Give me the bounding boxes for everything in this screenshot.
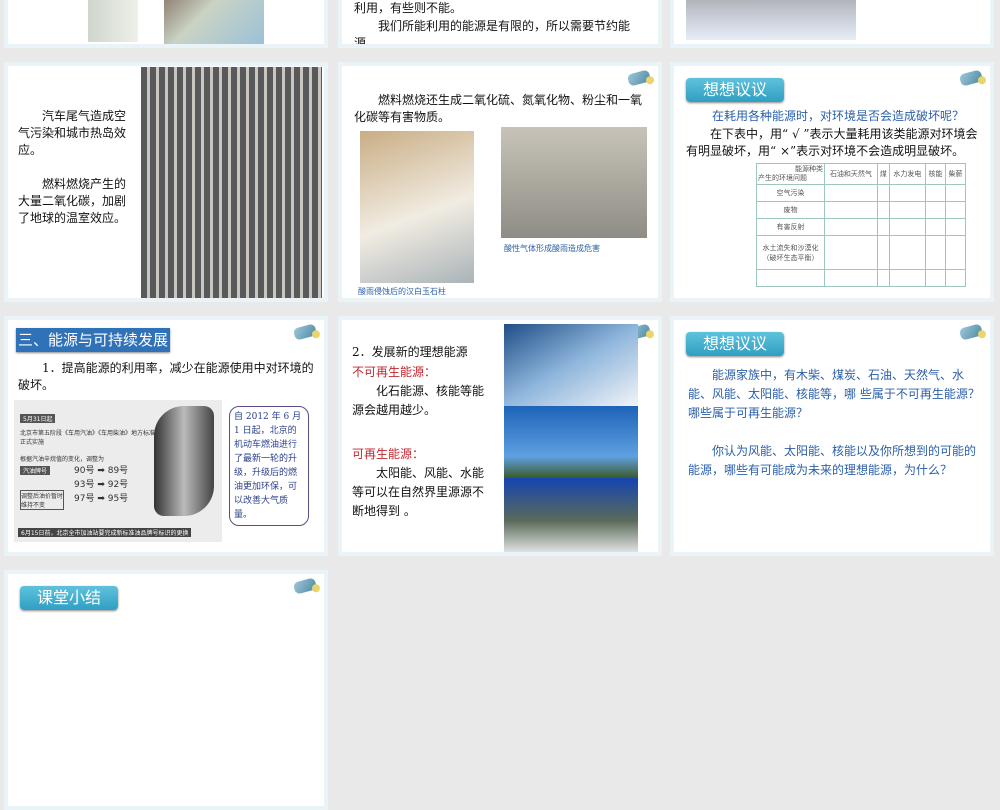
nonrenewable-label: 不可再生能源： — [352, 365, 437, 379]
grade-old: 97号 — [74, 494, 95, 504]
solar-panel-image — [504, 324, 638, 406]
row-header — [756, 269, 825, 287]
slide-limited-energy[interactable]: 利用，有些则不能。 我们所能利用的能源是有限的，所以需要节约能源。 — [338, 0, 662, 48]
binoculars-icon — [958, 69, 984, 87]
slide-ideal-energy[interactable]: 2．发展新的理想能源 不可再生能源： 化石能源、核能等能源会越用越少。 可再生能… — [338, 316, 662, 556]
corner-bottom: 产生的环境问题 — [758, 174, 807, 182]
section-badge: 想想议议 — [686, 78, 784, 102]
grade-new: 92号 — [107, 480, 129, 490]
renewable-label: 可再生能源： — [352, 447, 425, 461]
row-header: 有害反射 — [756, 218, 825, 236]
dam-image — [504, 478, 638, 552]
slide-fridge[interactable] — [4, 0, 328, 48]
text-paragraph: 化石能源、核能等能源会越用越少。 — [352, 384, 485, 417]
img-text: 根据汽油辛烷值的变化，调整为 — [20, 456, 105, 463]
slide-harmful-substances[interactable]: 燃料燃烧还生成二氧化硫、氮氧化物、粉尘和一氧化碳等有害物质。 酸雨侵蚀后的汉白玉… — [338, 62, 662, 302]
img-text: 5月31日起 — [20, 414, 56, 423]
power-plant-image — [686, 0, 856, 40]
stone-pillar-image — [360, 131, 474, 283]
col-header: 水力发电 — [888, 163, 927, 185]
row-header: 空气污染 — [756, 184, 825, 202]
caption: 酸雨侵蚀后的汉白玉石柱 — [358, 287, 446, 296]
col-header: 核能 — [925, 163, 947, 185]
grade-old: 93号 — [74, 480, 95, 490]
slide-sustainable[interactable]: 三、能源与可持续发展 1．提高能源的利用率，减少在能源使用中对环境的破坏。 5月… — [4, 316, 328, 556]
section-badge: 想想议议 — [686, 332, 784, 356]
text-paragraph: 燃料燃烧产生的大量二氧化碳，加剧了地球的温室效应。 — [18, 177, 127, 225]
binoculars-icon — [292, 577, 318, 595]
slide-think-discuss-2[interactable]: 想想议议 能源家族中，有木柴、煤炭、石油、天然气、水能、风能、太阳能、核能等，哪… — [670, 316, 994, 556]
table-row: 废物 — [756, 201, 966, 219]
slide-summary[interactable]: 课堂小结 — [4, 570, 328, 810]
nozzle-shape — [154, 406, 214, 516]
text-paragraph: 汽车尾气造成空气污染和城市热岛效应。 — [18, 109, 127, 157]
section-badge: 三、能源与可持续发展 — [16, 328, 170, 352]
table-row: 空气污染 — [756, 184, 966, 202]
text-paragraph: 在下表中，用“ √ ”表示大量耗用该类能源对环境会有明显破坏，用“ ×”表示对环… — [686, 127, 978, 158]
binoculars-icon — [292, 323, 318, 341]
text-paragraph: 燃料燃烧还生成二氧化硫、氮氧化物、粉尘和一氧化碳等有害物质。 — [354, 93, 643, 124]
binoculars-icon — [958, 323, 984, 341]
slide-power-plant[interactable] — [670, 0, 994, 48]
slide-think-discuss-1[interactable]: 想想议议 在耗用各种能源时，对环境是否会造成破坏呢？ 在下表中，用“ √ ”表示… — [670, 62, 994, 302]
smog-traffic-image — [501, 127, 647, 238]
table-row: 有害反射 — [756, 218, 966, 236]
traffic-jam-image — [141, 67, 322, 298]
subtitle: 2．发展新的理想能源 — [352, 345, 468, 359]
table-row: 水土流失和沙漠化（破坏生态平衡） — [756, 235, 966, 270]
img-text: 6月15日前，北京全市加油站要完成新标准油品牌号标识的更换 — [18, 528, 192, 537]
grade-new: 95号 — [107, 494, 129, 504]
img-text: 调整后油价暂时维持不变 — [20, 490, 64, 510]
text-paragraph: 太阳能、风能、水能等可以在自然界里源源不断地得到 。 — [352, 466, 485, 518]
fridge-image — [88, 0, 138, 42]
text-paragraph: 我们所能利用的能源是有限的，所以需要节约能源。 — [354, 19, 631, 44]
col-header: 柴薪 — [945, 163, 966, 185]
grade-new: 89号 — [107, 466, 129, 476]
row-header: 废物 — [756, 201, 825, 219]
binoculars-icon — [626, 69, 652, 87]
caption: 酸性气体形成酸雨造成危害 — [504, 244, 600, 253]
wind-turbine-image — [504, 406, 638, 478]
img-text: 北京市第五阶段《车用汽油》《车用柴油》地方标准正式实施 — [20, 430, 156, 446]
environment-table: 能源种类 产生的环境问题 石油和天然气煤水力发电 核能 柴薪 空气污染 废物 有害反射… — [756, 163, 966, 287]
fridge-open-image — [164, 0, 264, 44]
row-header: 水土流失和沙漠化（破坏生态平衡） — [756, 235, 825, 270]
slide-car-exhaust[interactable]: 汽车尾气造成空气污染和城市热岛效应。 燃料燃烧产生的大量二氧化碳，加剧了地球的温… — [4, 62, 328, 302]
col-header: 石油和天然气 — [824, 163, 878, 185]
question-text: 在耗用各种能源时，对环境是否会造成破坏呢？ — [712, 109, 965, 123]
col-header: 煤 — [876, 163, 890, 185]
note-box: 自 2012 年 6 月 1 日起，北京的机动车燃油进行了最新一轮的升级，升级后… — [229, 406, 309, 526]
text-paragraph: 能源家族中，有木柴、煤炭、石油、天然气、水能、风能、太阳能、核能等，哪 些属于不… — [688, 368, 980, 420]
img-text: 汽油牌号 — [20, 466, 51, 475]
corner-top: 能源种类 — [795, 165, 823, 173]
text-paragraph: 你认为风能、太阳能、核能以及你所想到的可能的能源，哪些有可能成为未来的理想能源，… — [688, 444, 977, 477]
text-paragraph: 1．提高能源的利用率，减少在能源使用中对环境的破坏。 — [18, 361, 314, 392]
text-line: 利用，有些则不能。 — [354, 1, 463, 15]
grade-old: 90号 — [74, 466, 95, 476]
table-row — [756, 269, 966, 287]
fuel-nozzle-image: 5月31日起 北京市第五阶段《车用汽油》《车用柴油》地方标准正式实施 根据汽油辛… — [14, 400, 222, 542]
section-badge: 课堂小结 — [20, 586, 118, 610]
